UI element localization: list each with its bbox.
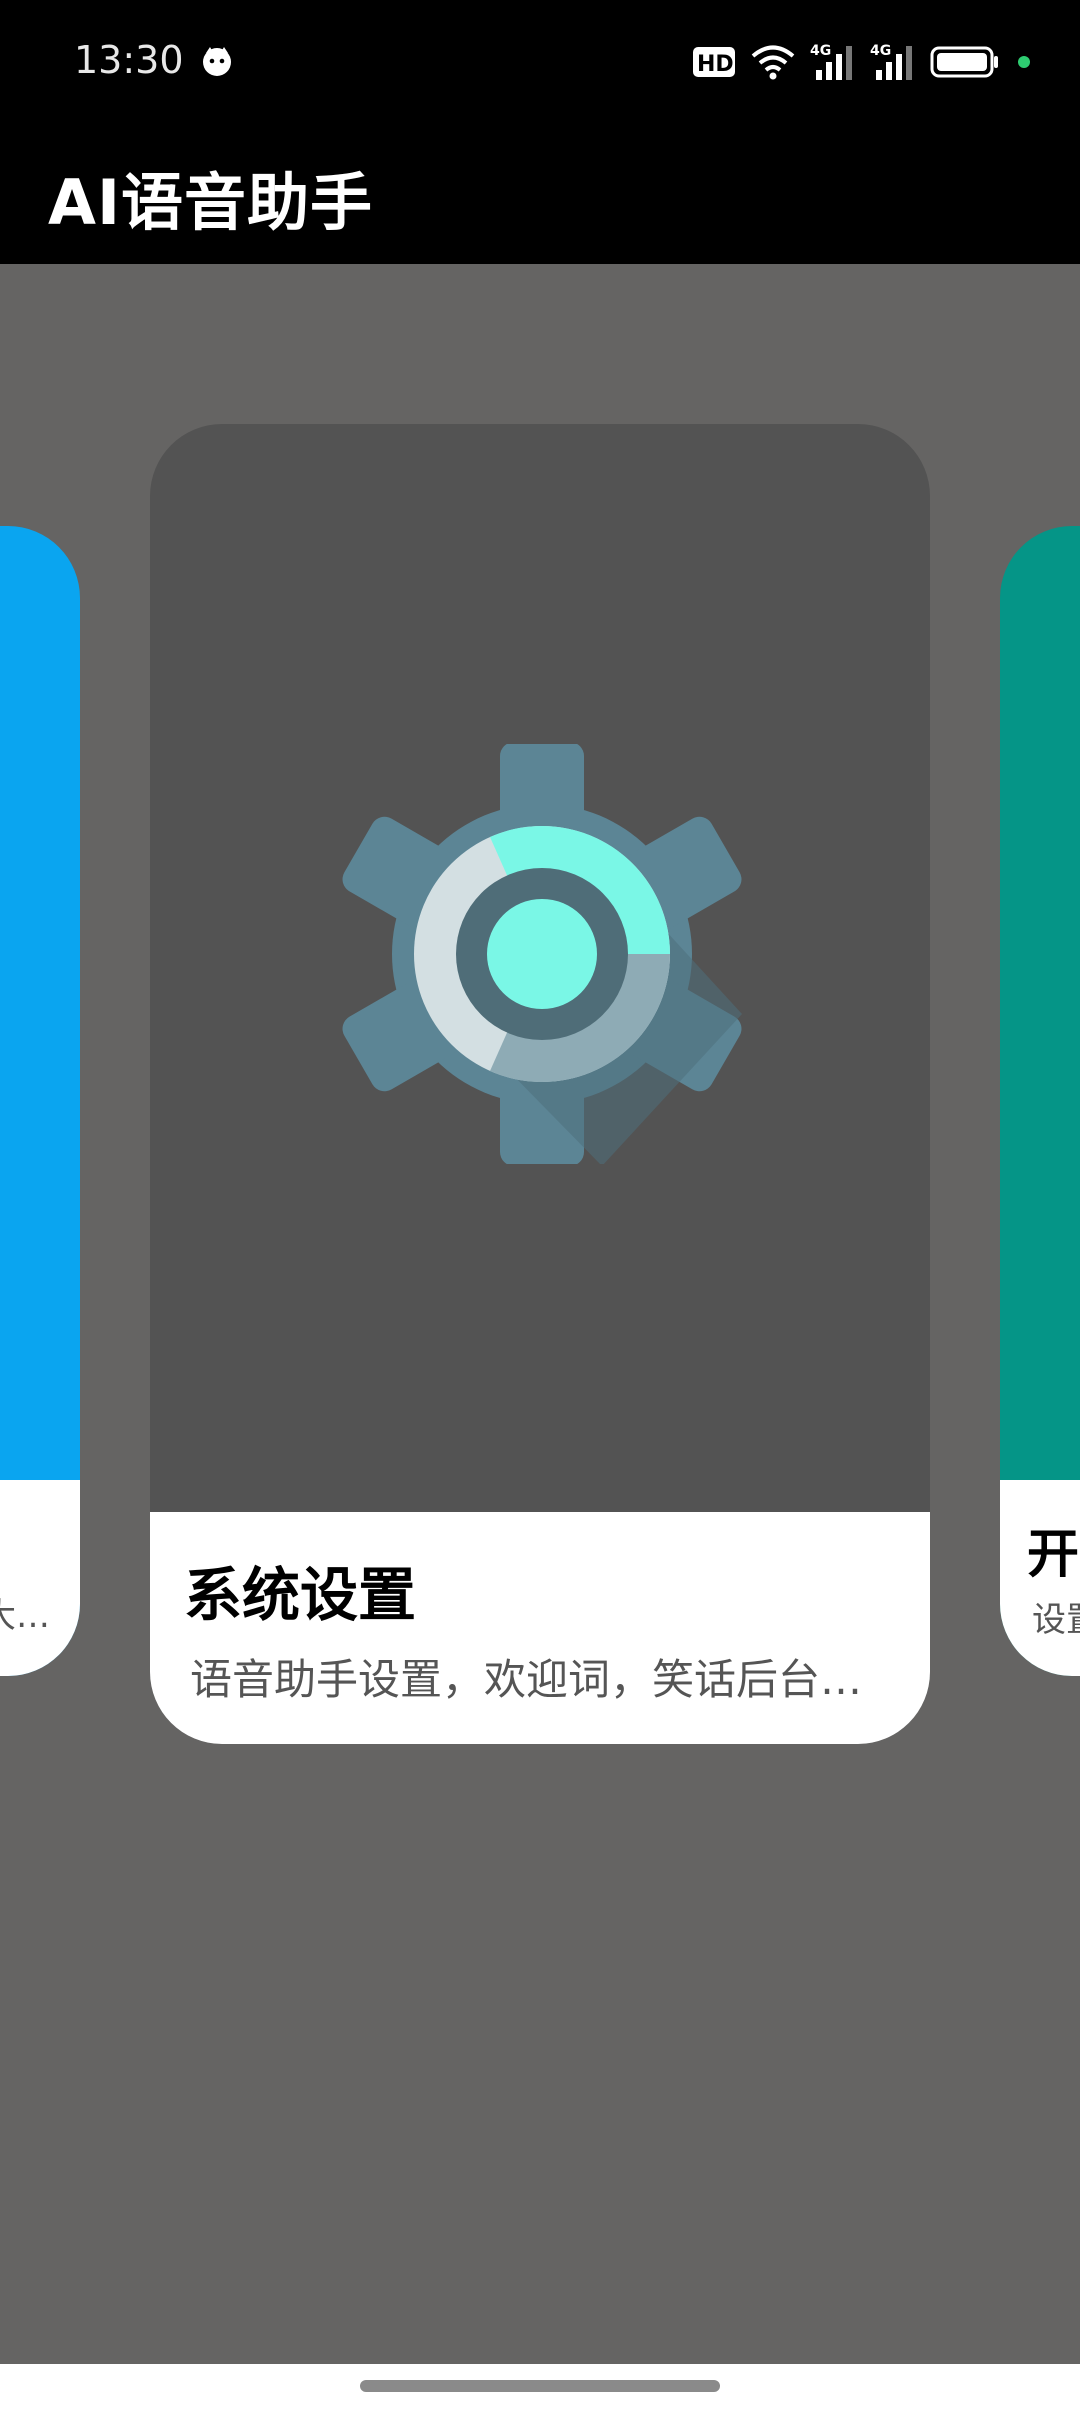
status-bar: 13:30 HD 4G 4G	[0, 0, 1080, 122]
settings-gear-icon	[342, 744, 742, 1164]
gesture-nav-bar	[0, 2364, 1080, 2412]
carousel-card-previous[interactable]: 大…	[0, 526, 80, 1676]
feature-carousel[interactable]: 大… 系	[0, 264, 1080, 2030]
card-footer: 系统设置 语音助手设置，欢迎词，笑话后台…	[150, 1512, 930, 1744]
hd-voice-icon: HD	[693, 47, 735, 77]
card-footer: 大…	[0, 1480, 80, 1676]
home-indicator[interactable]	[360, 2380, 720, 2392]
status-time: 13:30	[74, 38, 184, 82]
card-title: 系统设置	[184, 1561, 417, 1629]
carousel-card-system-settings[interactable]: 系统设置 语音助手设置，欢迎词，笑话后台…	[150, 424, 930, 1744]
card-footer: 开 设置	[1000, 1480, 1080, 1676]
cat-face-icon	[203, 47, 231, 76]
net-label-2: 4G	[870, 43, 891, 59]
app-title: AI语音助手	[48, 166, 374, 239]
app-bar: AI语音助手	[0, 122, 1080, 264]
card-description: 大…	[0, 1596, 50, 1636]
net-label-1: 4G	[810, 43, 831, 59]
status-icons: HD 4G 4G	[692, 40, 1030, 84]
signal-4g-icon: 4G	[810, 43, 852, 80]
carousel-card-next[interactable]: 开 设置	[1000, 526, 1080, 1676]
charging-indicator	[1018, 56, 1030, 68]
battery-icon	[930, 46, 998, 78]
card-description: 设置	[1032, 1600, 1080, 1640]
wifi-icon	[751, 45, 795, 80]
card-description: 语音助手设置，欢迎词，笑话后台…	[190, 1655, 863, 1704]
hd-label: HD	[697, 52, 734, 77]
card-title: 开	[1027, 1525, 1080, 1585]
signal-4g-icon-2: 4G	[870, 43, 912, 80]
